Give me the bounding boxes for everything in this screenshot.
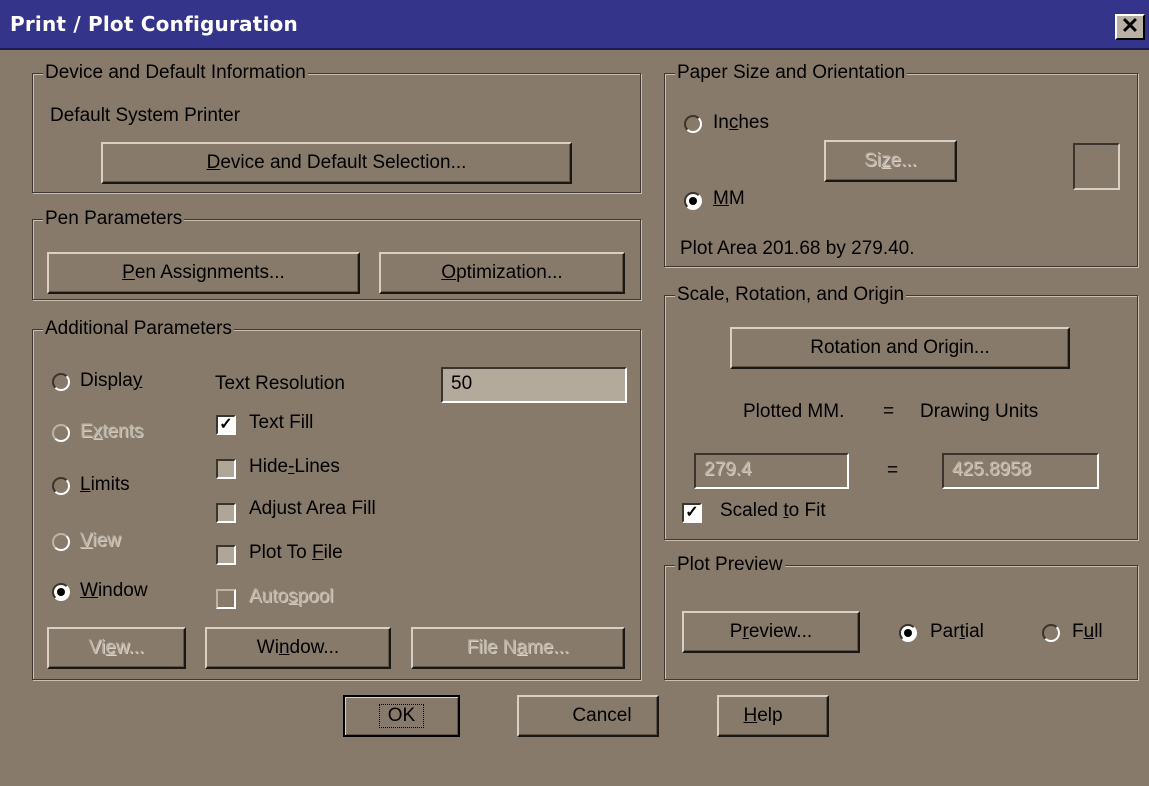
text-fill-label[interactable]: Text Fill [249,411,313,435]
text-resolution-input[interactable]: 50 [441,367,627,403]
radio-extents-label[interactable]: Extents [80,420,143,444]
preview-button[interactable]: Preview... [682,611,860,653]
radio-window-label[interactable]: Window [80,579,148,603]
close-button[interactable]: ✕ [1115,14,1145,40]
orientation-preview-box [1073,143,1120,190]
window-button[interactable]: Window... [205,627,391,669]
file-name-button[interactable]: File Name... [411,627,625,669]
optimization-button[interactable]: Optimization... [379,252,625,294]
rotation-origin-label: Rotation and Origin... [810,337,990,358]
scale-legend: Scale, Rotation, and Origin [675,283,907,307]
autospool-label[interactable]: Autospool [249,585,334,609]
radio-partial-label[interactable]: Partial [930,620,984,644]
help-button[interactable]: Help [717,695,829,737]
preview-legend: Plot Preview [675,553,785,577]
size-button-label: Size... [864,150,917,171]
radio-window-circle[interactable] [52,583,70,601]
pen-assignments-label: Pen Assignments... [122,262,285,283]
equals-sign-bottom: = [887,460,899,481]
view-button[interactable]: View... [47,627,186,669]
additional-legend: Additional Parameters [43,317,234,341]
cancel-button[interactable]: Cancel [517,695,659,737]
radio-extents-circle[interactable] [52,424,70,442]
radio-display-circle[interactable] [52,373,70,391]
plot-to-file-label[interactable]: Plot To File [249,541,343,565]
device-legend: Device and Default Information [43,61,308,85]
hide-lines-label[interactable]: Hide-Lines [249,455,340,479]
radio-partial-circle[interactable] [899,624,917,642]
radio-limits-label[interactable]: Limits [80,473,130,497]
size-button[interactable]: Size... [824,140,957,182]
radio-view-label[interactable]: View [80,529,121,553]
close-icon: ✕ [1120,13,1140,38]
hide-lines-checkbox[interactable] [216,459,236,479]
preview-button-label: Preview... [729,621,813,642]
ok-button[interactable]: OK [343,695,460,737]
device-selection-label: Device and Default Selection... [206,152,467,173]
radio-inches-label[interactable]: Inches [713,111,769,135]
window-title: Print / Plot Configuration [10,12,298,36]
equals-sign-top: = [883,401,895,422]
scaled-to-fit-label[interactable]: Scaled to Fit [720,499,826,523]
help-button-label: Help [743,705,783,726]
window-button-label: Window... [256,637,340,658]
rotation-origin-button[interactable]: Rotation and Origin... [730,327,1070,369]
adjust-area-fill-checkbox[interactable] [216,503,236,523]
cancel-button-label: Cancel [572,705,632,726]
title-bar: Print / Plot Configuration ✕ [0,0,1149,50]
device-selection-button[interactable]: Device and Default Selection... [101,142,572,184]
radio-mm-label[interactable]: MM [713,187,745,211]
scaled-to-fit-checkbox[interactable]: ✓ [682,503,702,523]
paper-legend: Paper Size and Orientation [675,61,908,85]
optimization-label: Optimization... [441,262,563,283]
plot-to-file-checkbox[interactable] [216,545,236,565]
radio-inches-circle[interactable] [684,115,702,133]
pen-assignments-button[interactable]: Pen Assignments... [47,252,360,294]
radio-mm-circle[interactable] [684,192,702,210]
view-button-label: View... [88,637,145,658]
drawing-units-label: Drawing Units [920,401,1039,422]
radio-limits-circle[interactable] [52,477,70,495]
file-name-button-label: File Name... [466,637,570,658]
radio-display-label[interactable]: Display [80,369,142,393]
plotted-units-label: Plotted MM. [743,401,845,422]
text-fill-checkbox[interactable]: ✓ [216,415,236,435]
radio-view-circle[interactable] [52,533,70,551]
adjust-area-fill-label[interactable]: Adjust Area Fill [249,497,376,521]
default-printer-text: Default System Printer [50,105,241,126]
ok-button-label: OK [378,704,425,728]
plotted-value-input[interactable]: 279.4 [694,453,849,489]
radio-full-circle[interactable] [1042,624,1060,642]
plot-area-text: Plot Area 201.68 by 279.40. [680,238,915,259]
pen-legend: Pen Parameters [43,207,185,231]
text-resolution-label: Text Resolution [215,373,345,394]
radio-full-label[interactable]: Full [1072,620,1103,644]
autospool-checkbox[interactable] [216,589,236,609]
drawing-value-input[interactable]: 425.8958 [942,453,1099,489]
